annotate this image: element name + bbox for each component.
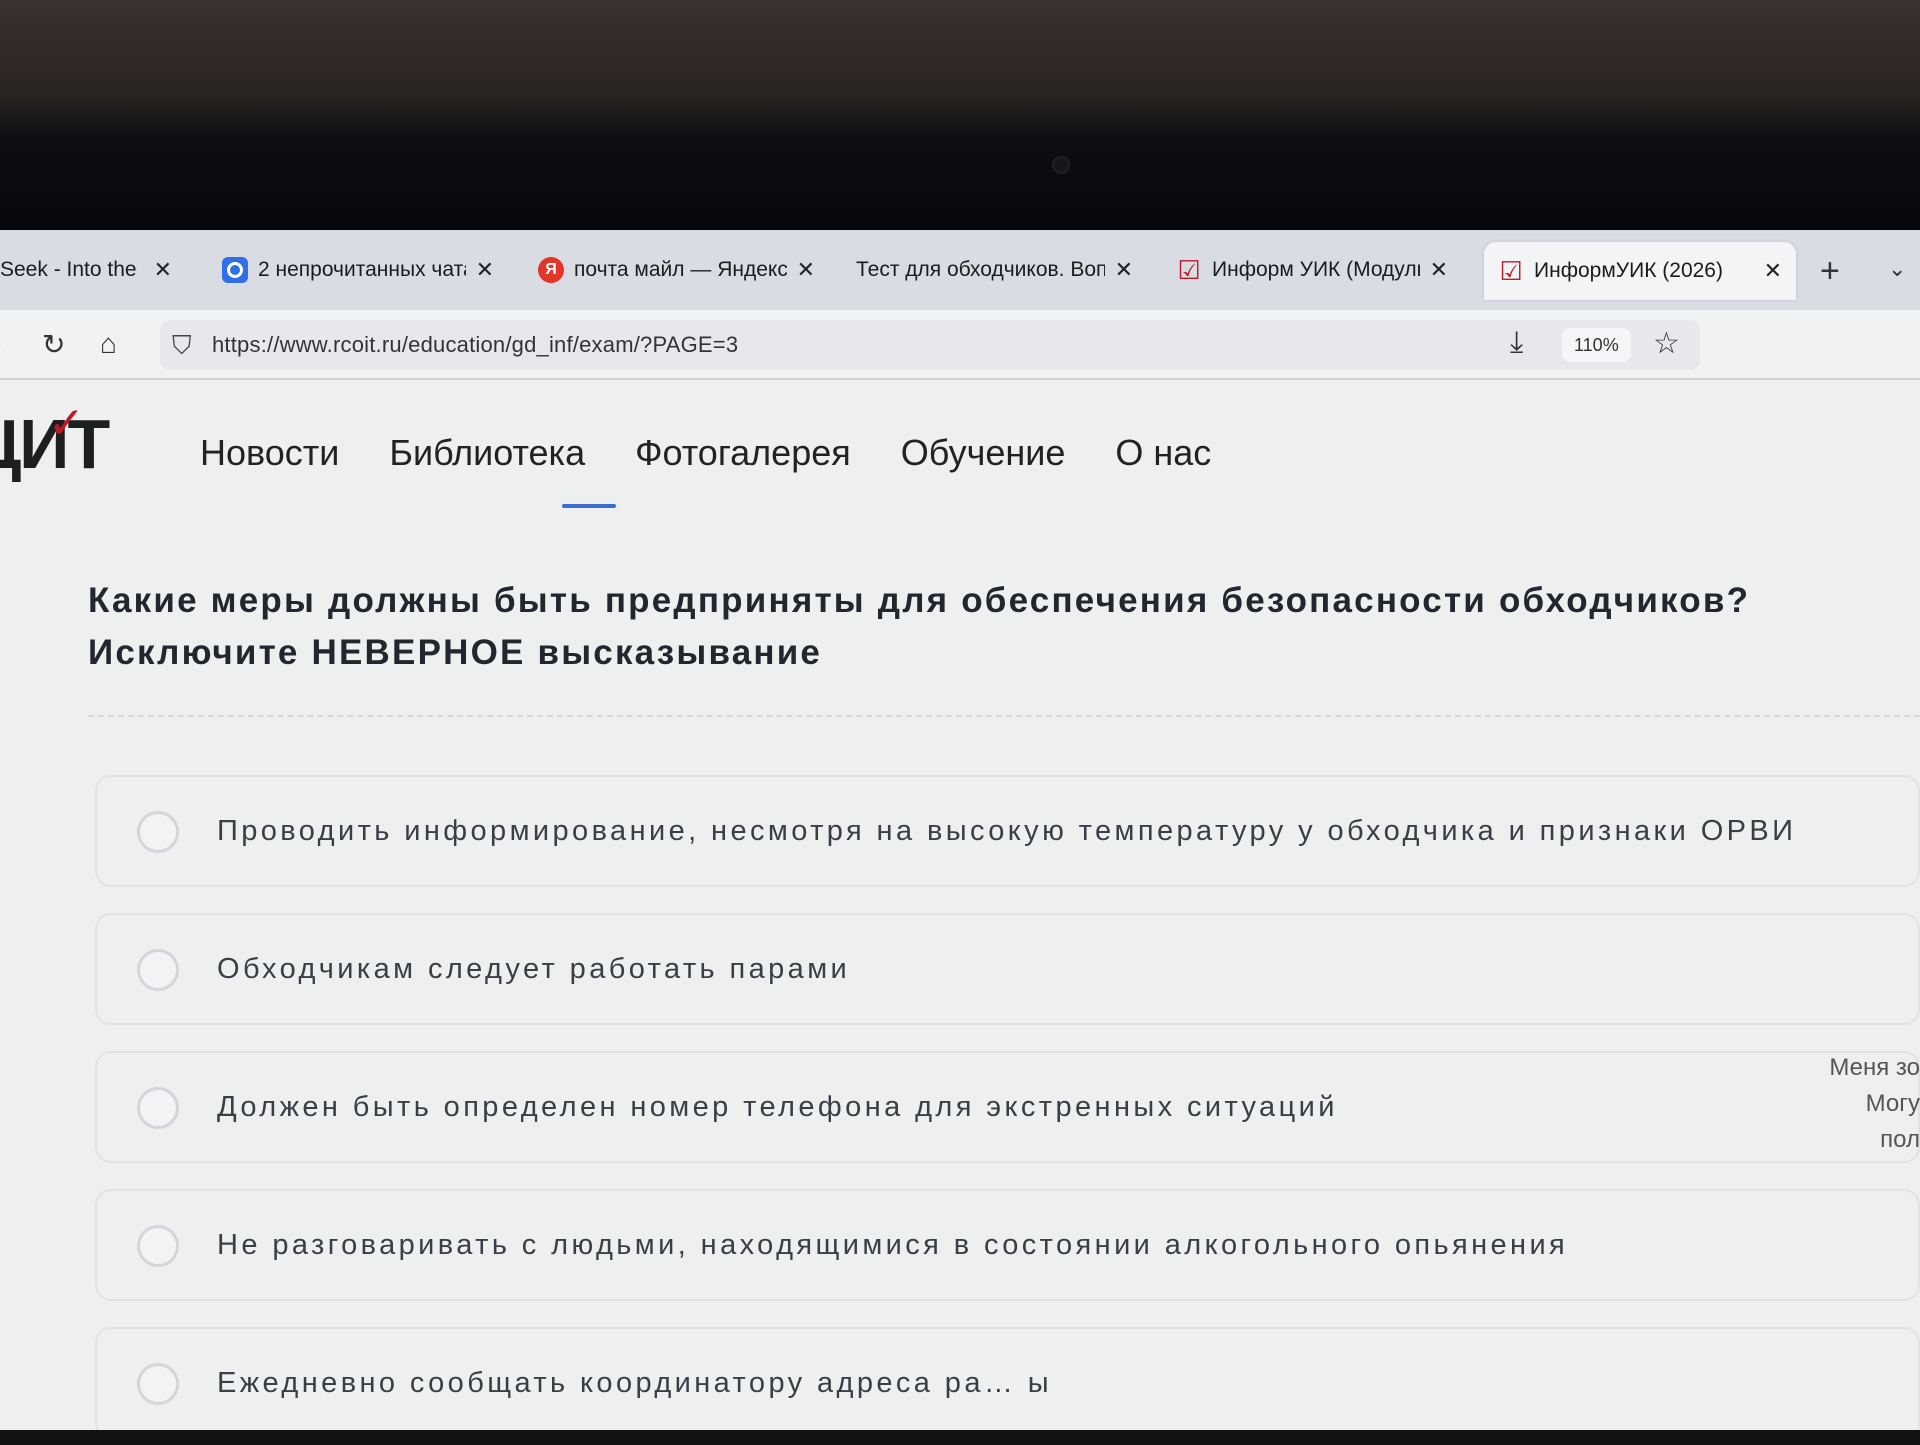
question-text: Какие меры должны быть предприняты для о… <box>88 581 1751 672</box>
shield-icon[interactable]: ⛉ <box>172 330 192 362</box>
yandex-icon: Я <box>538 257 564 283</box>
side-widget-text: Меня зо Могу пол <box>1800 1050 1920 1158</box>
checkmark-icon: ✓ <box>48 399 85 448</box>
tab-seek[interactable]: Seek - Into the Uni ✕ <box>0 244 186 296</box>
answer-option[interactable]: Не разговаривать с людьми, находящимися … <box>95 1189 1920 1301</box>
zoom-level[interactable]: 110% <box>1562 328 1631 362</box>
checkbox-icon: ☑ <box>1177 254 1201 285</box>
side-note-line: Меня зо <box>1829 1054 1920 1081</box>
home-icon[interactable]: ⌂ <box>100 328 117 360</box>
nav-news[interactable]: Новости <box>200 432 339 474</box>
divider <box>88 715 1920 717</box>
answer-option[interactable]: Проводить информирование, несмотря на вы… <box>95 775 1920 887</box>
star-icon[interactable]: ☆ <box>1653 326 1680 361</box>
checkbox-icon: ☑ <box>1499 255 1523 286</box>
answer-text: Проводить информирование, несмотря на вы… <box>217 815 1797 847</box>
new-tab-button[interactable]: + <box>1820 252 1840 291</box>
side-note-line: пол <box>1880 1126 1920 1153</box>
tab-title: Тест для обходчиков. Вопр <box>856 258 1105 281</box>
download-icon[interactable]: ⤓ <box>1510 326 1523 360</box>
radio-button[interactable] <box>137 1363 179 1405</box>
answer-text: Не разговаривать с людьми, находящимися … <box>217 1229 1569 1261</box>
close-icon[interactable]: ✕ <box>1764 258 1782 284</box>
answer-text: Должен быть определен номер телефона для… <box>217 1091 1338 1123</box>
laptop-bezel-top <box>0 0 1920 230</box>
forward-arrow-icon[interactable]: › <box>0 328 1 360</box>
chat-icon <box>222 257 248 283</box>
tab-strip: Seek - Into the Uni ✕ 2 непрочитанных ча… <box>0 230 1920 310</box>
browser-window: Seek - Into the Uni ✕ 2 непрочитанных ча… <box>0 230 1920 1430</box>
answer-text: Ежедневно сообщать координатору адреса р… <box>217 1367 1052 1399</box>
tab-title: почта майл — Яндекс: <box>574 258 787 281</box>
site-header: ЦИТ ✓ Новости Библиотека Фотогалерея Обу… <box>0 380 1920 510</box>
nav-library[interactable]: Библиотека <box>389 432 585 474</box>
tab-inform-uik-2026[interactable]: ☑ ИнформУИК (2026) ✕ <box>1484 242 1796 300</box>
nav-about[interactable]: О нас <box>1115 432 1211 474</box>
close-icon[interactable]: ✕ <box>476 257 494 283</box>
active-nav-indicator <box>562 504 616 508</box>
answer-option[interactable]: Ежедневно сообщать координатору адреса р… <box>95 1327 1920 1430</box>
tab-title: Информ УИК (Модуль <box>1212 258 1420 281</box>
chevron-down-icon[interactable]: ⌄ <box>1888 256 1906 282</box>
nav-education[interactable]: Обучение <box>901 432 1066 474</box>
radio-button[interactable] <box>137 949 179 991</box>
radio-button[interactable] <box>137 1225 179 1267</box>
radio-button[interactable] <box>137 1087 179 1129</box>
answer-option[interactable]: Обходчикам следует работать парами <box>95 913 1920 1025</box>
tab-yandex-mail[interactable]: Я почта майл — Яндекс: ✕ <box>524 244 829 296</box>
tab-test[interactable]: Тест для обходчиков. Вопр ✕ <box>842 244 1147 296</box>
main-nav: Новости Библиотека Фотогалерея Обучение … <box>200 432 1211 474</box>
answer-text: Обходчикам следует работать парами <box>217 953 851 985</box>
close-icon[interactable]: ✕ <box>1115 257 1133 283</box>
reload-icon[interactable]: ↻ <box>42 328 65 361</box>
answer-option[interactable]: Должен быть определен номер телефона для… <box>95 1051 1920 1163</box>
tab-inform-uik-module[interactable]: ☑ Информ УИК (Модуль ✕ <box>1162 244 1462 296</box>
side-note-line: Могу <box>1865 1090 1920 1117</box>
tab-chats[interactable]: 2 непрочитанных чата ✕ <box>208 244 508 296</box>
webcam-icon <box>1052 156 1070 174</box>
browser-toolbar: › ↻ ⌂ ⛉ https://www.rcoit.ru/education/g… <box>0 310 1920 380</box>
tab-title: Seek - Into the Uni <box>0 258 144 281</box>
close-icon[interactable]: ✕ <box>1430 257 1448 283</box>
address-bar[interactable]: ⛉ https://www.rcoit.ru/education/gd_inf/… <box>160 320 1700 370</box>
url-text[interactable]: https://www.rcoit.ru/education/gd_inf/ex… <box>212 332 738 358</box>
tab-title: 2 непрочитанных чата <box>258 258 466 281</box>
laptop-bezel-bottom <box>0 1430 1920 1445</box>
radio-button[interactable] <box>137 811 179 853</box>
nav-photogallery[interactable]: Фотогалерея <box>635 432 851 474</box>
tab-title: ИнформУИК (2026) <box>1534 259 1723 282</box>
answer-options: Проводить информирование, несмотря на вы… <box>95 775 1920 1430</box>
close-icon[interactable]: ✕ <box>154 257 172 283</box>
close-icon[interactable]: ✕ <box>797 257 815 283</box>
